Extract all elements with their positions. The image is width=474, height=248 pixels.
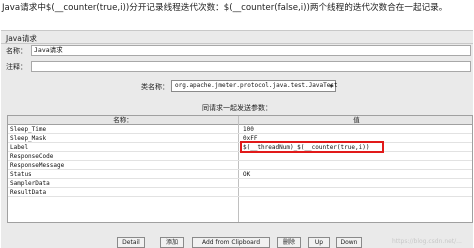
classname-value: org.apache.jmeter.protocol.java.test.Jav…	[175, 82, 338, 89]
params-table: 名称： 值 Sleep_Time 100 Sleep_Mask 0xFF Lab…	[7, 115, 473, 223]
param-name: Sleep_Mask	[10, 135, 47, 142]
up-button[interactable]: Up	[308, 237, 330, 248]
params-table-header: 名称： 值	[8, 116, 472, 125]
chevron-down-icon: ▼	[329, 83, 333, 90]
column-header-name[interactable]: 名称：	[8, 116, 238, 125]
params-title: 同请求一起发送参数：	[202, 104, 272, 112]
param-name: Label	[10, 144, 29, 151]
title-divider	[1, 43, 473, 44]
table-row[interactable]: ResponseMessage	[8, 162, 472, 170]
name-input[interactable]: Java请求	[31, 45, 471, 56]
column-header-value[interactable]: 值	[239, 116, 472, 125]
comment-label: 注释：	[6, 63, 27, 71]
param-value[interactable]: 100	[243, 126, 254, 134]
name-label: 名称：	[6, 47, 27, 55]
param-name: ResponseMessage	[10, 162, 65, 169]
table-row[interactable]: SamplerData	[8, 180, 472, 188]
param-value[interactable]: OK	[243, 171, 250, 179]
param-name: Sleep_Time	[10, 126, 47, 133]
detail-button[interactable]: Detail	[117, 237, 145, 248]
java-request-panel: Java请求 名称： Java请求 注释： 类名称： org.apache.jm…	[1, 30, 473, 248]
add-from-clipboard-button[interactable]: Add from Clipboard	[192, 237, 270, 248]
highlight-box	[240, 141, 384, 153]
table-row[interactable]: ResponseCode	[8, 153, 472, 161]
param-name: Status	[10, 171, 32, 178]
param-name: ResponseCode	[10, 153, 54, 160]
comment-input[interactable]	[31, 61, 471, 72]
delete-button[interactable]: 删除	[277, 237, 301, 248]
classname-select[interactable]: org.apache.jmeter.protocol.java.test.Jav…	[171, 80, 338, 92]
watermark-text: https://blog.csdn.net/...	[392, 238, 462, 245]
table-row[interactable]: Status OK	[8, 171, 472, 179]
caption-text: Java请求中$(__counter(true,i))分开记录线程迭代次数：$(…	[2, 3, 448, 13]
param-name: SamplerData	[10, 180, 50, 187]
classname-label: 类名称：	[141, 83, 169, 91]
down-button[interactable]: Down	[336, 237, 362, 248]
param-name: ResultData	[10, 189, 47, 196]
table-row[interactable]: Sleep_Time 100	[8, 126, 472, 134]
add-button[interactable]: 添加	[160, 237, 184, 248]
table-row[interactable]: ResultData	[8, 189, 472, 197]
